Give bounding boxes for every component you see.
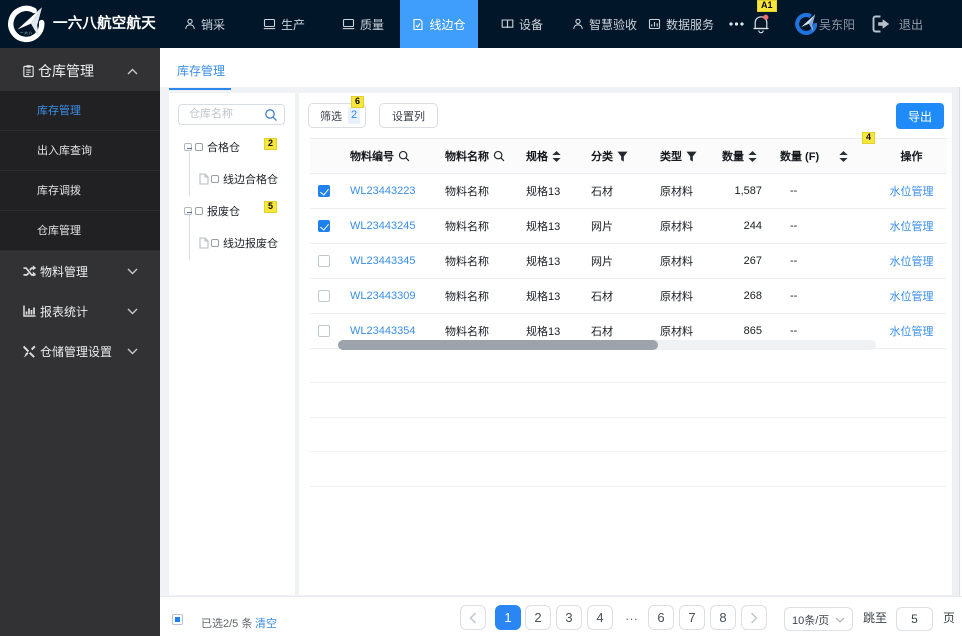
svg-text:一六八: 一六八	[20, 30, 33, 35]
